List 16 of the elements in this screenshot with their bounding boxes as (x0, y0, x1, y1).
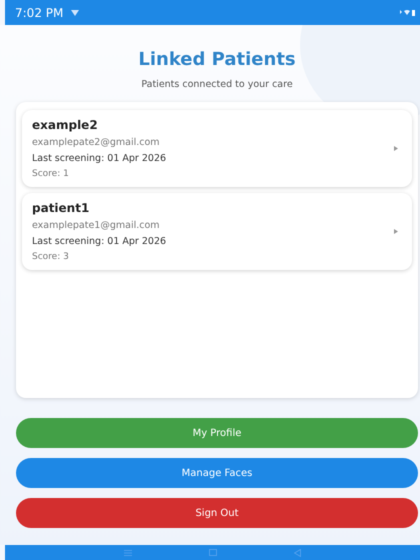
patient-card[interactable]: example2 examplepate2@gmail.com Last screening: 01 Apr 2026 Score: 1 (22, 110, 412, 187)
action-button[interactable]: My Profile (16, 418, 418, 448)
patient-name: patient1 (32, 201, 90, 215)
last-screening: Last screening: 01 Apr 2026 (32, 153, 168, 164)
page-title: Linked Patients (137, 49, 297, 70)
action-button[interactable]: Sign Out (16, 498, 418, 528)
action-button[interactable]: Manage Faces (16, 458, 418, 488)
patient-email: examplepate1@gmail.com (32, 220, 161, 231)
page-subtitle: Patients connected to your care (140, 79, 294, 90)
patient-score: Score: 3 (32, 252, 70, 262)
patient-email: examplepate2@gmail.com (32, 137, 161, 148)
status-time: 7:02 PM (15, 6, 64, 20)
patient-name: example2 (32, 118, 99, 132)
last-screening: Last screening: 01 Apr 2026 (32, 236, 168, 247)
patient-card[interactable]: patient1 examplepate1@gmail.com Last screening: 01 Apr 2026 Score: 3 (22, 193, 412, 270)
patient-score: Score: 1 (32, 169, 70, 179)
